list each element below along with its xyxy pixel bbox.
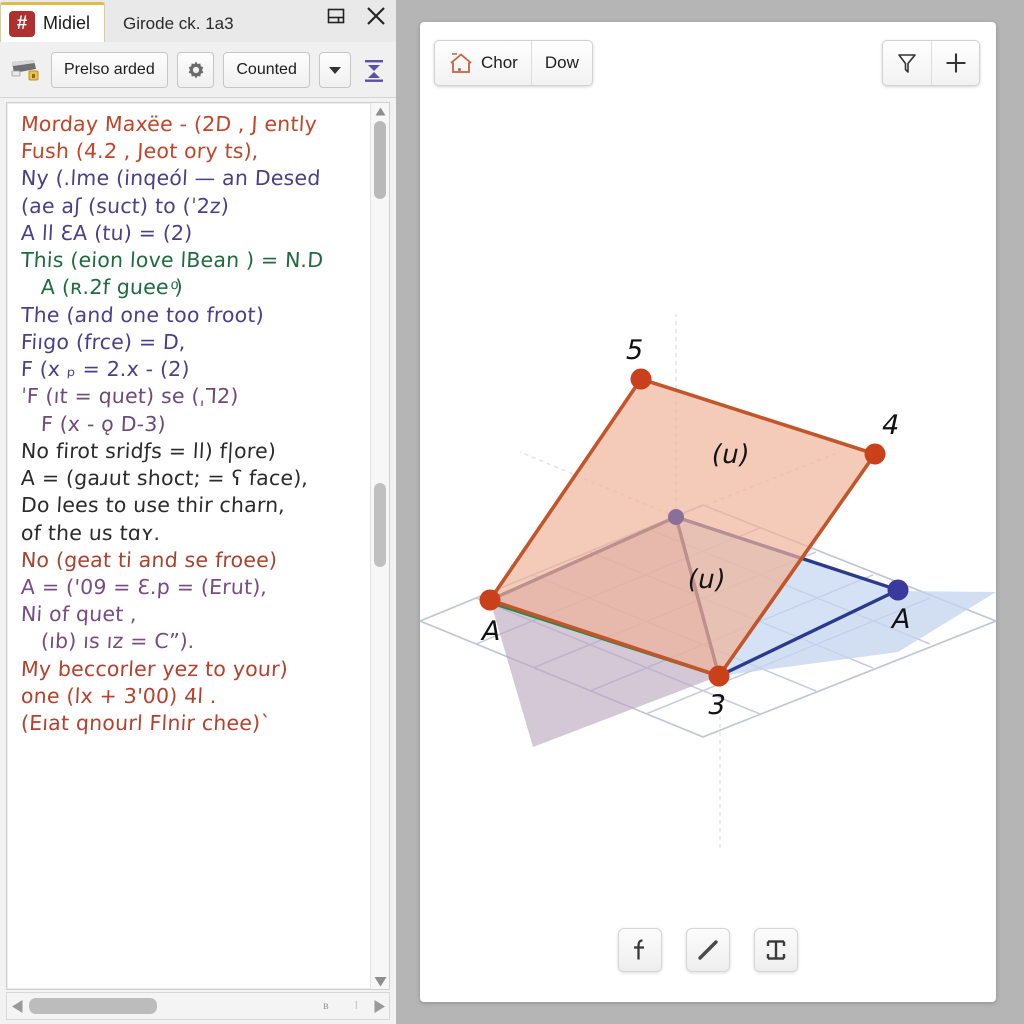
house-outline-icon [450, 53, 472, 73]
line-tool[interactable] [686, 928, 730, 972]
note-line: (Eıat qnourl Flnir chee)ˋ [20, 711, 272, 736]
scroll-up-arrow-icon[interactable] [371, 103, 389, 119]
geometry-scene[interactable]: 5 4 A 3 A (u) (u) [420, 92, 996, 922]
left-toolbar: Prelso arded Counted [0, 42, 396, 98]
home-shape-button[interactable]: Chor [435, 41, 531, 85]
add-button[interactable] [931, 41, 979, 85]
hscroll-track[interactable]: ʙ ǀ [27, 997, 369, 1015]
vertex-A-left [479, 589, 501, 611]
scroll-right-arrow-icon[interactable] [369, 994, 389, 1018]
window-controls [322, 2, 390, 30]
hscroll-thumb[interactable] [29, 998, 157, 1014]
notes-horizontal-scrollbar[interactable]: ʙ ǀ [6, 992, 390, 1020]
note-line: ˈF (ıt = quet) se (ˌ⅂2) [20, 384, 240, 409]
function-tool[interactable] [618, 928, 662, 972]
settings-button[interactable] [176, 51, 215, 88]
notes-vertical-scrollbar[interactable] [370, 103, 389, 989]
line-icon [698, 940, 718, 960]
note-line: A (ʀ.2f guee ͦ) [40, 275, 184, 300]
application-window: # Midiel Girode ck. 1а3 Prelso arded Cou… [0, 0, 1024, 1024]
note-line: Do lees to use thir charn, [20, 493, 286, 518]
tab-label: Midiel [43, 13, 91, 33]
preset-button[interactable]: Prelso arded [51, 51, 168, 88]
counted-button[interactable]: Counted [223, 51, 310, 88]
note-line: F (x ₚ = 2.x - (2) [20, 357, 191, 382]
note-line: A ll ƐA (tu) = (2) [20, 220, 194, 245]
geometry-svg [420, 314, 996, 852]
close-window-icon[interactable] [362, 2, 390, 30]
vertex-5 [630, 368, 652, 390]
note-line: No (geat ti and se froee) [20, 547, 278, 572]
vertex-4 [864, 443, 886, 465]
note-line: My beccorler yez to your) [20, 656, 289, 681]
down-button[interactable]: Dow [530, 41, 592, 85]
note-line: The (and one too froot) [20, 302, 265, 327]
note-line: (ae aʃ (suct) to (ˈ2ᴢ) [20, 193, 230, 218]
note-line: Fush (4.2 , Jeot ory ts), [20, 139, 260, 164]
filter-icon [898, 54, 916, 73]
note-line: Morday Maxëe - (2D , J ently [20, 112, 318, 136]
down-label: Dow [544, 53, 579, 72]
hscroll-mark-b: ǀ [355, 998, 358, 1012]
filter-button[interactable] [883, 41, 931, 85]
chevron-down-icon [328, 66, 341, 74]
tab-midiel[interactable]: # Midiel [0, 2, 106, 42]
whiteboard-icon[interactable] [8, 55, 42, 85]
geometry-canvas[interactable]: Chor Dow 5 4 A 3 A (u) (u) [420, 22, 996, 1002]
note-line: (ıb) ıs ız = Cˮ). [40, 629, 196, 654]
function-icon [634, 939, 644, 960]
text-cursor-tool[interactable] [754, 928, 798, 972]
restore-window-icon[interactable] [322, 2, 350, 30]
notes-panel: Morday Maxëe - (2D , J ently Fush (4.2 ,… [6, 102, 390, 990]
note-line: Ni of quet , [20, 602, 138, 627]
note-line: F (x - ǫ D-3) [40, 411, 167, 436]
scroll-thumb-lower[interactable] [374, 483, 386, 567]
note-line: This (eion love lBean ) = N.D [20, 248, 324, 273]
dropdown-button[interactable] [318, 51, 351, 88]
left-window: # Midiel Girode ck. 1а3 Prelso arded Cou… [0, 0, 396, 1024]
tab-strip: # Midiel Girode ck. 1а3 [0, 0, 396, 42]
align-button[interactable] [360, 53, 388, 87]
note-line: one (lx + 3'00) 4l . [20, 683, 218, 708]
canvas-top-right-buttons [882, 40, 980, 86]
face-label-lower: (u) [684, 565, 728, 595]
vertex-A-right [887, 579, 909, 601]
face-label-upper: (u) [708, 440, 752, 470]
scroll-left-arrow-icon[interactable] [7, 994, 27, 1018]
notes-content[interactable]: Morday Maxëe - (2D , J ently Fush (4.2 ,… [7, 103, 371, 989]
note-line: A = (gaɹut shoct; = ʕ face), [20, 466, 309, 491]
right-panel: Chor Dow 5 4 A 3 A (u) (u) [396, 0, 1024, 1024]
tab-girode[interactable]: Girode ck. 1а3 [105, 14, 234, 42]
note-line: Fiıgo (frce) = D, [20, 329, 187, 354]
canvas-bottom-tools [420, 928, 996, 972]
vertex-3 [708, 665, 730, 687]
note-line: Ny (.lme (inqeól — an Desed [20, 166, 322, 191]
collapse-icon [364, 59, 383, 82]
home-shape-label: Chor [481, 53, 518, 72]
hscroll-mark-a: ʙ [323, 998, 329, 1012]
note-line: A = ('09 = Ɛ.p = (Erut), [20, 574, 268, 599]
scroll-down-arrow-icon[interactable] [371, 973, 389, 989]
text-cursor-icon [766, 940, 786, 960]
app-logo-icon: # [9, 10, 35, 37]
plus-icon [946, 53, 965, 73]
note-line: of the us tɑʏ. [20, 520, 162, 545]
scroll-thumb-upper[interactable] [374, 121, 386, 199]
gear-icon [188, 61, 203, 78]
vertex-intersection [668, 509, 684, 525]
canvas-top-left-buttons: Chor Dow [434, 40, 593, 86]
note-line: No firot sridƒs = ll) f|ore) [20, 438, 277, 463]
